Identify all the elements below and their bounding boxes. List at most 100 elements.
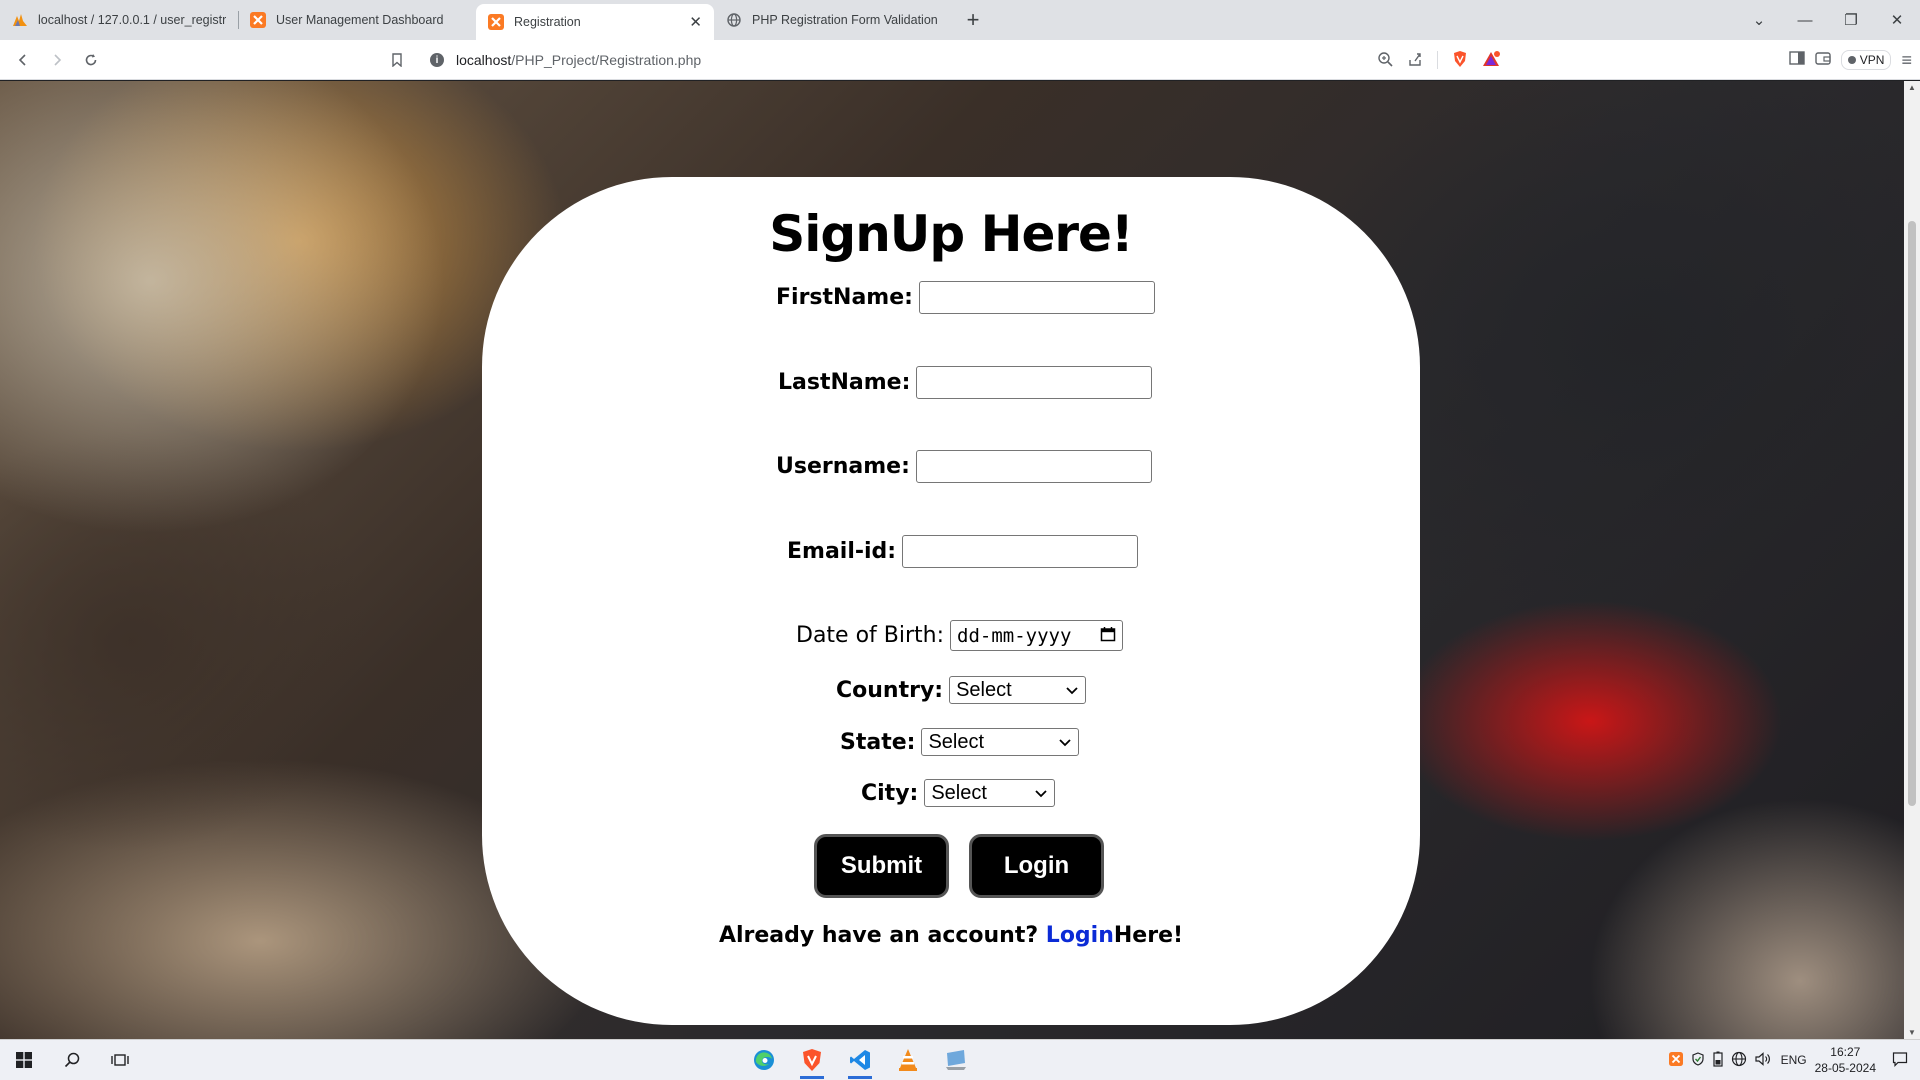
site-info-icon[interactable]: i (430, 53, 444, 67)
vpn-button[interactable]: VPN (1840, 50, 1892, 70)
tab-title: User Management Dashboard (276, 13, 444, 27)
tab-user-management[interactable]: User Management Dashboard (238, 3, 476, 37)
submit-button[interactable]: Submit (814, 834, 949, 898)
country-label: Country: (836, 677, 944, 703)
task-view-icon[interactable] (96, 1040, 144, 1080)
xampp-icon (250, 12, 266, 28)
url-path: /PHP_Project/Registration.php (511, 52, 702, 68)
state-row: State: Select (840, 728, 1080, 756)
vpn-label: VPN (1859, 53, 1885, 67)
language-indicator[interactable]: ENG (1781, 1053, 1807, 1067)
notifications-icon[interactable] (1892, 1051, 1908, 1070)
state-value: Select (928, 730, 985, 753)
email-input[interactable] (902, 535, 1139, 568)
window-controls: ⌄ — ❐ ✕ (1736, 0, 1920, 40)
restore-button[interactable]: ❐ (1828, 11, 1874, 29)
page-scrollbar[interactable]: ▲ ▼ (1904, 81, 1920, 1039)
search-icon[interactable] (48, 1040, 96, 1080)
tab-registration[interactable]: Registration ✕ (476, 4, 714, 40)
sidebar-icon[interactable] (1789, 51, 1805, 69)
calendar-icon[interactable] (1100, 625, 1116, 647)
bookmark-icon[interactable] (380, 44, 414, 76)
city-select[interactable]: Select (924, 779, 1056, 807)
dob-input[interactable]: dd-mm-yyyy (950, 620, 1124, 651)
windows-taskbar: ENG 16:27 28-05-2024 (0, 1039, 1920, 1080)
firstname-row: FirstName: (776, 281, 1155, 314)
minimize-button[interactable]: — (1782, 12, 1828, 29)
firstname-input[interactable] (918, 281, 1155, 314)
new-tab-button[interactable]: + (956, 3, 990, 37)
battery-icon[interactable] (1712, 1051, 1723, 1070)
xampp-icon (488, 14, 504, 30)
zoom-icon[interactable] (1377, 51, 1393, 70)
state-select[interactable]: Select (921, 728, 1080, 756)
tab-phpmyadmin[interactable]: localhost / 127.0.0.1 / user_registratio (0, 3, 238, 37)
close-tab-icon[interactable]: ✕ (689, 13, 702, 31)
lastname-input[interactable] (916, 366, 1153, 399)
brave-rewards-icon[interactable] (1482, 50, 1500, 70)
globe-icon (726, 12, 742, 28)
dob-label: Date of Birth: (796, 623, 945, 648)
windows-start-icon[interactable] (0, 1040, 48, 1080)
username-row: Username: (776, 450, 1152, 483)
tab-title: PHP Registration Form Validation (752, 13, 938, 27)
url-host: localhost (456, 52, 512, 68)
username-label: Username: (776, 454, 910, 479)
brave-browser-icon[interactable] (788, 1040, 836, 1080)
login-prompt: Already have an account? LoginHere! (482, 923, 1420, 948)
username-input[interactable] (915, 450, 1152, 483)
city-row: City: Select (861, 779, 1056, 807)
registration-card: SignUp Here! FirstName: LastName: Userna… (482, 177, 1420, 1025)
email-label: Email-id: (787, 539, 897, 564)
scrollbar-thumb[interactable] (1908, 221, 1916, 806)
page-title: SignUp Here! (769, 205, 1133, 263)
dob-placeholder: dd-mm-yyyy (957, 624, 1072, 647)
country-select[interactable]: Select (949, 676, 1087, 704)
edge-icon[interactable] (740, 1040, 788, 1080)
system-tray: ENG 16:27 28-05-2024 (1668, 1040, 1920, 1080)
email-row: Email-id: (787, 535, 1139, 568)
back-button[interactable] (6, 44, 40, 76)
country-row: Country: Select (836, 676, 1087, 704)
clock[interactable]: 16:27 28-05-2024 (1815, 1044, 1876, 1076)
chevron-down-icon (1058, 731, 1072, 754)
network-icon[interactable] (1731, 1051, 1747, 1070)
file-manager-icon[interactable] (932, 1040, 980, 1080)
menu-icon[interactable]: ≡ (1901, 50, 1912, 71)
share-icon[interactable] (1407, 51, 1423, 70)
page-background: SignUp Here! FirstName: LastName: Userna… (0, 81, 1904, 1039)
dob-row: Date of Birth: dd-mm-yyyy (796, 620, 1124, 651)
security-icon[interactable] (1691, 1051, 1705, 1069)
browser-toolbar: i localhost/PHP_Project/Registration.php… (0, 40, 1920, 80)
state-label: State: (840, 729, 916, 755)
chevron-down-icon (1034, 782, 1048, 805)
login-link[interactable]: Login (1046, 923, 1114, 948)
wallet-icon[interactable] (1815, 51, 1831, 69)
clock-time: 16:27 (1830, 1045, 1861, 1059)
close-window-button[interactable]: ✕ (1874, 11, 1920, 29)
brave-shields-icon[interactable] (1452, 50, 1468, 71)
firstname-label: FirstName: (776, 285, 913, 310)
login-prompt-suffix: Here! (1113, 923, 1184, 948)
scroll-up-icon[interactable]: ▲ (1904, 83, 1920, 92)
scroll-down-icon[interactable]: ▼ (1904, 1028, 1920, 1037)
volume-icon[interactable] (1754, 1051, 1771, 1069)
vscode-icon[interactable] (836, 1040, 884, 1080)
tab-search-icon[interactable]: ⌄ (1736, 11, 1782, 29)
country-value: Select (956, 678, 1012, 701)
vlc-icon[interactable] (884, 1040, 932, 1080)
xampp-tray-icon[interactable] (1668, 1051, 1683, 1069)
phpmyadmin-icon (12, 12, 28, 28)
clock-date: 28-05-2024 (1814, 1061, 1876, 1075)
city-label: City: (861, 780, 919, 806)
vpn-status-icon (1847, 56, 1856, 64)
login-button[interactable]: Login (969, 834, 1104, 898)
lastname-label: LastName: (778, 370, 911, 395)
lastname-row: LastName: (778, 366, 1153, 399)
reload-button[interactable] (74, 44, 108, 76)
login-prompt-text: Already have an account? (718, 923, 1046, 948)
forward-button[interactable] (40, 44, 74, 76)
tab-title: Registration (514, 15, 581, 29)
address-bar[interactable]: i localhost/PHP_Project/Registration.php (418, 44, 1500, 76)
tab-php-validation[interactable]: PHP Registration Form Validation (714, 3, 952, 37)
